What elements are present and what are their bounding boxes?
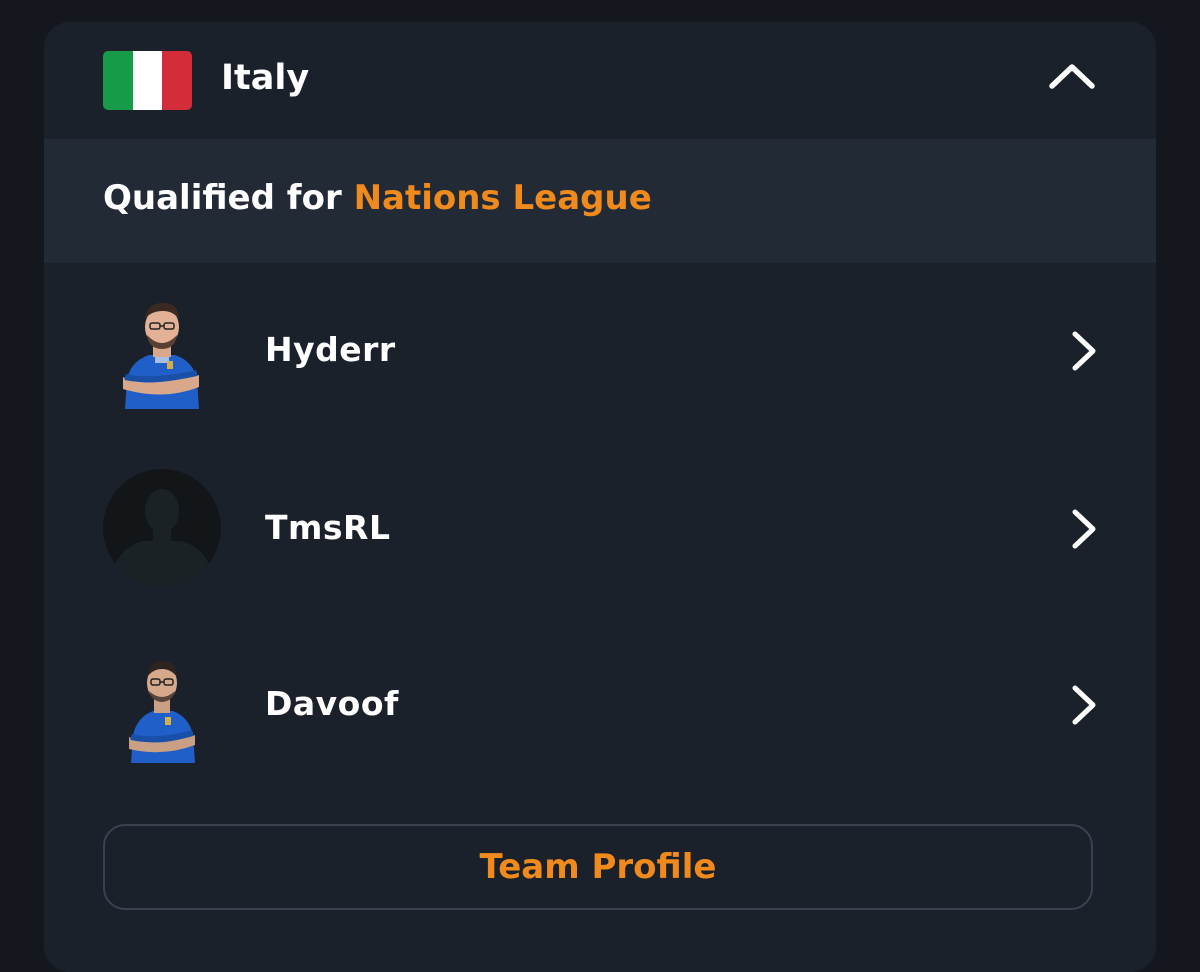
player-avatar <box>123 303 199 409</box>
qualification-event: Nations League <box>353 178 652 218</box>
chevron-right-icon[interactable] <box>1068 684 1098 726</box>
qualification-banner: Qualified for Nations League <box>44 139 1156 263</box>
silhouette-avatar <box>103 469 221 587</box>
team-card: Italy Qualified for Nations League Hyder… <box>44 22 1156 972</box>
chevron-right-icon[interactable] <box>1068 330 1098 372</box>
player-row-tmsrl[interactable]: TmsRL <box>44 448 1156 608</box>
player-row-hyderr[interactable]: Hyderr <box>44 270 1156 430</box>
chevron-up-icon[interactable] <box>1048 60 1096 92</box>
player-row-davoof[interactable]: Davoof <box>44 624 1156 784</box>
player-avatar <box>129 661 195 763</box>
italy-flag-icon <box>103 51 192 110</box>
qualification-prefix: Qualified for <box>103 178 342 218</box>
team-card-header[interactable]: Italy <box>44 22 1156 139</box>
chevron-right-icon[interactable] <box>1068 508 1098 550</box>
team-profile-label: Team Profile <box>479 847 717 887</box>
country-name: Italy <box>221 58 310 98</box>
player-name: Davoof <box>265 684 399 723</box>
player-name: TmsRL <box>265 508 391 547</box>
player-name: Hyderr <box>265 330 396 369</box>
team-profile-button[interactable]: Team Profile <box>103 824 1093 910</box>
qualification-text: Qualified for Nations League <box>103 173 652 223</box>
